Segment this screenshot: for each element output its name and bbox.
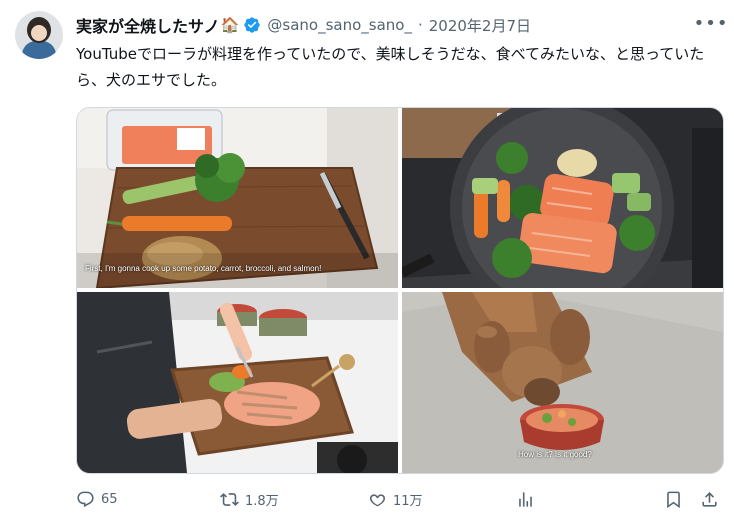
tweet-text: YouTubeでローラが料理を作っていたので、美味しそうだな、食べてみたいな、と…: [76, 45, 705, 89]
like-count: 11万: [393, 493, 423, 509]
avatar[interactable]: [15, 11, 63, 59]
action-bar: 65 1.8万 11万: [76, 485, 722, 513]
more-icon[interactable]: •••: [694, 10, 728, 36]
share-button[interactable]: [700, 485, 719, 513]
reply-count: 65: [101, 491, 118, 507]
media-grid: First, I'm gonna cook up some potato, ca…: [76, 107, 724, 474]
verified-icon: [243, 16, 261, 34]
share-icon: [702, 491, 717, 507]
video-caption: First, I'm gonna cook up some potato, ca…: [85, 264, 322, 273]
tweet-header: 実家が全焼したサノ 🏠 @sano_sano_sano_ · 2020年2月7日: [76, 12, 531, 38]
bookmark-button[interactable]: [664, 485, 683, 513]
tweet-date[interactable]: 2020年2月7日: [429, 15, 531, 36]
separator: ·: [417, 16, 423, 34]
more-label: •••: [693, 12, 729, 34]
video-caption: How is it? Is it good?: [518, 450, 592, 459]
like-button[interactable]: 11万: [368, 485, 423, 513]
reply-button[interactable]: 65: [76, 485, 118, 513]
author-name[interactable]: 実家が全焼したサノ: [76, 13, 220, 37]
house-emoji: 🏠: [220, 16, 240, 34]
media-photo-ingredients[interactable]: First, I'm gonna cook up some potato, ca…: [77, 108, 398, 288]
retweet-count: 1.8万: [245, 493, 279, 509]
author-handle[interactable]: @sano_sano_sano_: [267, 16, 412, 34]
views-icon: [519, 491, 532, 507]
retweet-button[interactable]: 1.8万: [220, 485, 279, 513]
like-icon: [369, 493, 386, 506]
media-photo-pan[interactable]: [402, 108, 723, 288]
views-button[interactable]: [516, 485, 535, 513]
tweet[interactable]: 実家が全焼したサノ 🏠 @sano_sano_sano_ · 2020年2月7日…: [0, 0, 734, 519]
media-photo-dog[interactable]: How is it? Is it good?: [402, 292, 723, 473]
retweet-icon: [220, 492, 239, 506]
media-photo-chopping[interactable]: [77, 292, 398, 473]
bookmark-icon: [667, 491, 680, 508]
reply-icon: [77, 491, 94, 507]
